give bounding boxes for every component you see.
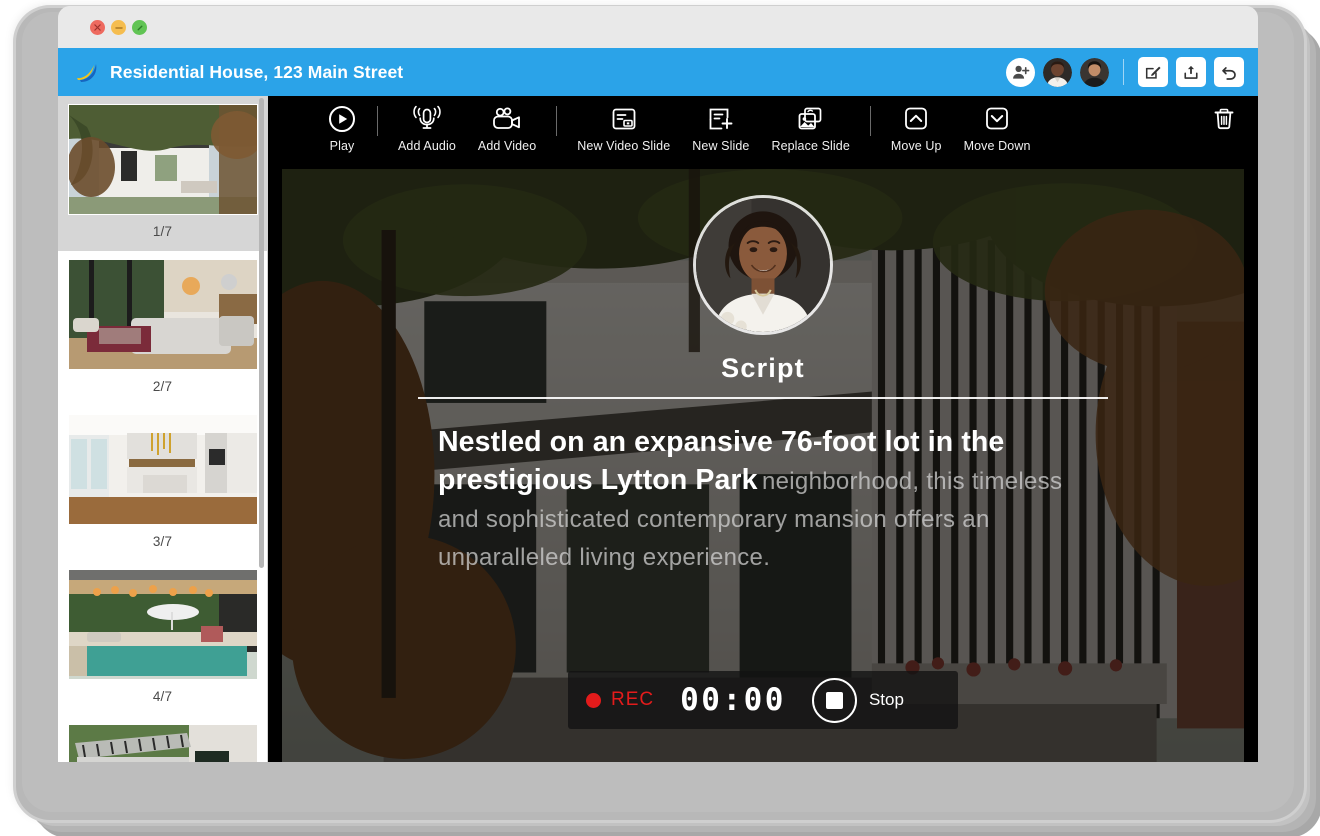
recording-control-bar: REC 00:00 Stop — [568, 671, 958, 729]
script-divider — [418, 397, 1108, 399]
list-item[interactable]: 2/7 — [58, 251, 267, 406]
thumbnail-image — [68, 259, 258, 370]
undo-button[interactable] — [1214, 57, 1244, 87]
thumbnail-label: 3/7 — [152, 534, 173, 549]
swoosh-logo-icon — [74, 59, 100, 85]
thumbnail-image — [68, 414, 258, 525]
delete-slide-button[interactable] — [1212, 102, 1236, 137]
thumbnail-label: 4/7 — [152, 689, 173, 704]
toolbar-label: New Slide — [692, 139, 750, 153]
toolbar-label: Move Up — [890, 139, 942, 153]
edit-button[interactable] — [1138, 57, 1168, 87]
toolbar-label: New Video Slide — [577, 139, 671, 153]
script-text[interactable]: Nestled on an expansive 76-foot lot in t… — [438, 423, 1088, 577]
toolbar-tool-group: Play Add Audio Add Video New Video Slide… — [268, 102, 1042, 153]
app-header: Residential House, 123 Main Street — [58, 48, 1258, 96]
replace-image-icon — [796, 102, 826, 136]
script-heading: Script — [721, 353, 805, 383]
window-maximize-button[interactable] — [132, 20, 147, 35]
move-down-button[interactable]: Move Down — [953, 102, 1042, 153]
stop-recording-button[interactable] — [811, 677, 857, 723]
window-close-button[interactable] — [90, 20, 105, 35]
toolbar-label: Play — [329, 139, 355, 153]
slide-canvas[interactable]: Script Nestled on an expansive 76-foot l… — [282, 169, 1244, 762]
sidebar-scrollbar[interactable] — [259, 98, 264, 568]
add-audio-button[interactable]: Add Audio — [387, 102, 467, 153]
window-minimize-button[interactable] — [111, 20, 126, 35]
toolbar-label: Replace Slide — [771, 139, 850, 153]
new-slide-button[interactable]: New Slide — [681, 102, 760, 153]
thumbnail-image — [68, 104, 258, 215]
thumbnail-image — [68, 724, 258, 762]
avatar[interactable] — [1080, 57, 1109, 87]
chevron-down-box-icon — [983, 102, 1011, 136]
toolbar-divider — [869, 106, 871, 136]
video-slide-icon — [610, 102, 638, 136]
move-up-button[interactable]: Move Up — [880, 102, 953, 153]
list-item[interactable]: 5/7 — [58, 716, 267, 762]
document-title: Residential House, 123 Main Street — [110, 61, 404, 82]
thumbnail-label: 1/7 — [152, 224, 173, 239]
list-item[interactable]: 3/7 — [58, 406, 267, 561]
toolbar-label: Add Video — [477, 139, 537, 153]
add-video-button[interactable]: Add Video — [467, 102, 547, 153]
play-button[interactable]: Play — [316, 102, 368, 153]
sidebar-scroll-area[interactable]: 1/7 2/7 3/7 4/7 — [58, 96, 267, 762]
recording-timer: 00:00 — [680, 682, 786, 718]
header-actions — [1006, 57, 1244, 87]
new-video-slide-button[interactable]: New Video Slide — [566, 102, 681, 153]
stop-square-icon — [825, 691, 843, 709]
toolbar-label: Add Audio — [398, 139, 456, 153]
header-divider — [1123, 59, 1124, 85]
play-circle-icon — [328, 102, 356, 136]
thumbnail-label: 2/7 — [152, 379, 173, 394]
slide-editor-stage: Play Add Audio Add Video New Video Slide… — [268, 96, 1258, 762]
avatar[interactable] — [1043, 57, 1072, 87]
record-indicator-label: REC — [611, 689, 655, 710]
slide-thumbnail-sidebar[interactable]: 1/7 2/7 3/7 4/7 — [58, 96, 268, 762]
slide-toolbar: Play Add Audio Add Video New Video Slide… — [268, 96, 1258, 169]
presenter-avatar — [693, 195, 833, 335]
list-item[interactable]: 1/7 — [58, 96, 267, 251]
slide-plus-icon — [707, 102, 735, 136]
window-body: 1/7 2/7 3/7 4/7 Play Add Audio Add Video… — [58, 96, 1258, 762]
toolbar-label: Move Down — [963, 139, 1031, 153]
record-indicator-dot — [586, 692, 601, 708]
replace-slide-button[interactable]: Replace Slide — [760, 102, 860, 153]
thumbnail-image — [68, 569, 258, 680]
toolbar-divider — [377, 106, 378, 136]
toolbar-divider — [556, 106, 558, 136]
microphone-icon — [411, 102, 443, 136]
share-button[interactable] — [1176, 57, 1206, 87]
stop-button-label: Stop — [868, 690, 904, 709]
video-camera-icon — [490, 102, 524, 136]
list-item[interactable]: 4/7 — [58, 561, 267, 716]
application-window: Residential House, 123 Main Street 1/7 2… — [58, 6, 1258, 762]
chevron-up-box-icon — [902, 102, 930, 136]
add-user-icon[interactable] — [1006, 57, 1035, 87]
window-titlebar — [58, 6, 1258, 48]
trash-icon — [1212, 108, 1236, 136]
